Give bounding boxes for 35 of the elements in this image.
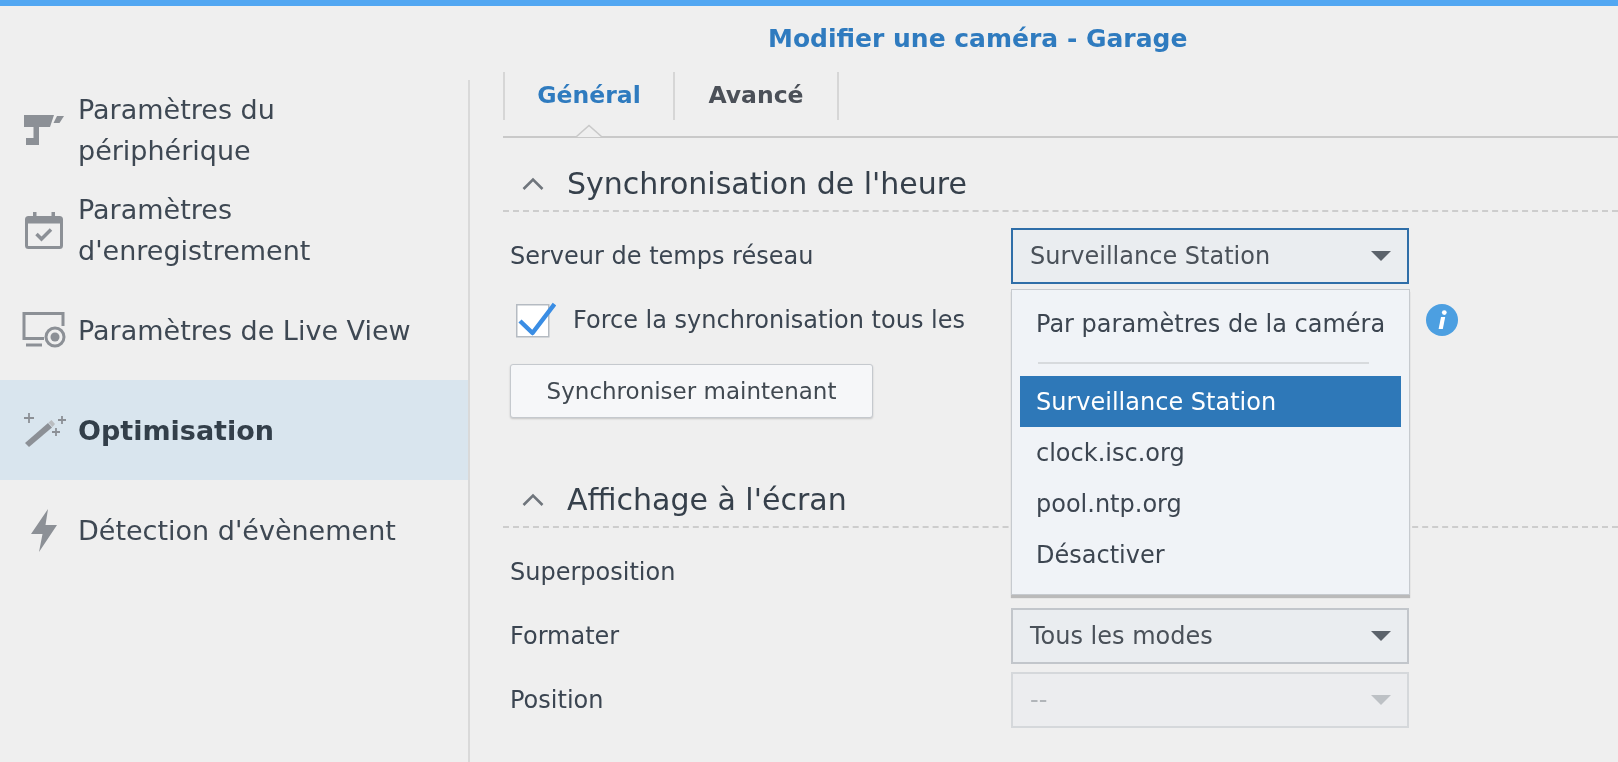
field-label: Formater bbox=[509, 621, 621, 652]
select-dropdown[interactable]: Surveillance Station bbox=[1011, 228, 1409, 284]
magic-wand-icon bbox=[22, 413, 66, 447]
tab[interactable]: Général bbox=[505, 72, 673, 120]
lightning-icon bbox=[30, 508, 58, 552]
dropdown-option[interactable]: clock.isc.org bbox=[1020, 427, 1401, 478]
caret-down-icon bbox=[1371, 251, 1391, 261]
dropdown-option[interactable]: Désactiver bbox=[1020, 529, 1401, 580]
sync-now-button[interactable]: Synchroniser maintenant bbox=[510, 364, 873, 418]
dropdown-option[interactable]: Par paramètres de la caméra bbox=[1020, 298, 1401, 349]
tab[interactable]: Avancé bbox=[675, 72, 837, 120]
dropdown-option[interactable]: Surveillance Station bbox=[1020, 376, 1401, 427]
select-dropdown[interactable]: Tous les modes bbox=[1011, 608, 1409, 664]
section-title: Affichage à l'écran bbox=[567, 480, 847, 519]
field-label: Serveur de temps réseau bbox=[509, 241, 815, 272]
caret-down-icon bbox=[1371, 631, 1391, 641]
security-camera-icon bbox=[24, 115, 64, 145]
caret-down-icon bbox=[1371, 695, 1391, 705]
chevron-up-icon[interactable] bbox=[522, 176, 544, 190]
field-label: Superposition bbox=[509, 557, 676, 588]
checkbox[interactable] bbox=[516, 302, 556, 338]
field-label: Position bbox=[509, 685, 605, 716]
sidebar-item[interactable]: Paramètres du périphérique bbox=[0, 80, 468, 180]
calendar-check-icon bbox=[25, 211, 63, 249]
window-title: Modifier une caméra - Garage bbox=[768, 23, 1188, 56]
info-icon[interactable] bbox=[1426, 304, 1458, 336]
sidebar-item[interactable]: Détection d'évènement bbox=[0, 480, 468, 580]
checkbox-label: Force la synchronisation tous les bbox=[573, 305, 965, 336]
sidebar-item[interactable]: Optimisation bbox=[0, 380, 468, 480]
sidebar-item[interactable]: Paramètres d'enregistrement bbox=[0, 180, 468, 280]
section-title: Synchronisation de l'heure bbox=[567, 164, 967, 203]
dropdown-option[interactable]: pool.ntp.org bbox=[1020, 478, 1401, 529]
sidebar-item[interactable]: Paramètres de Live View bbox=[0, 280, 468, 380]
chevron-up-icon[interactable] bbox=[522, 492, 544, 506]
monitor-record-icon bbox=[22, 312, 66, 348]
